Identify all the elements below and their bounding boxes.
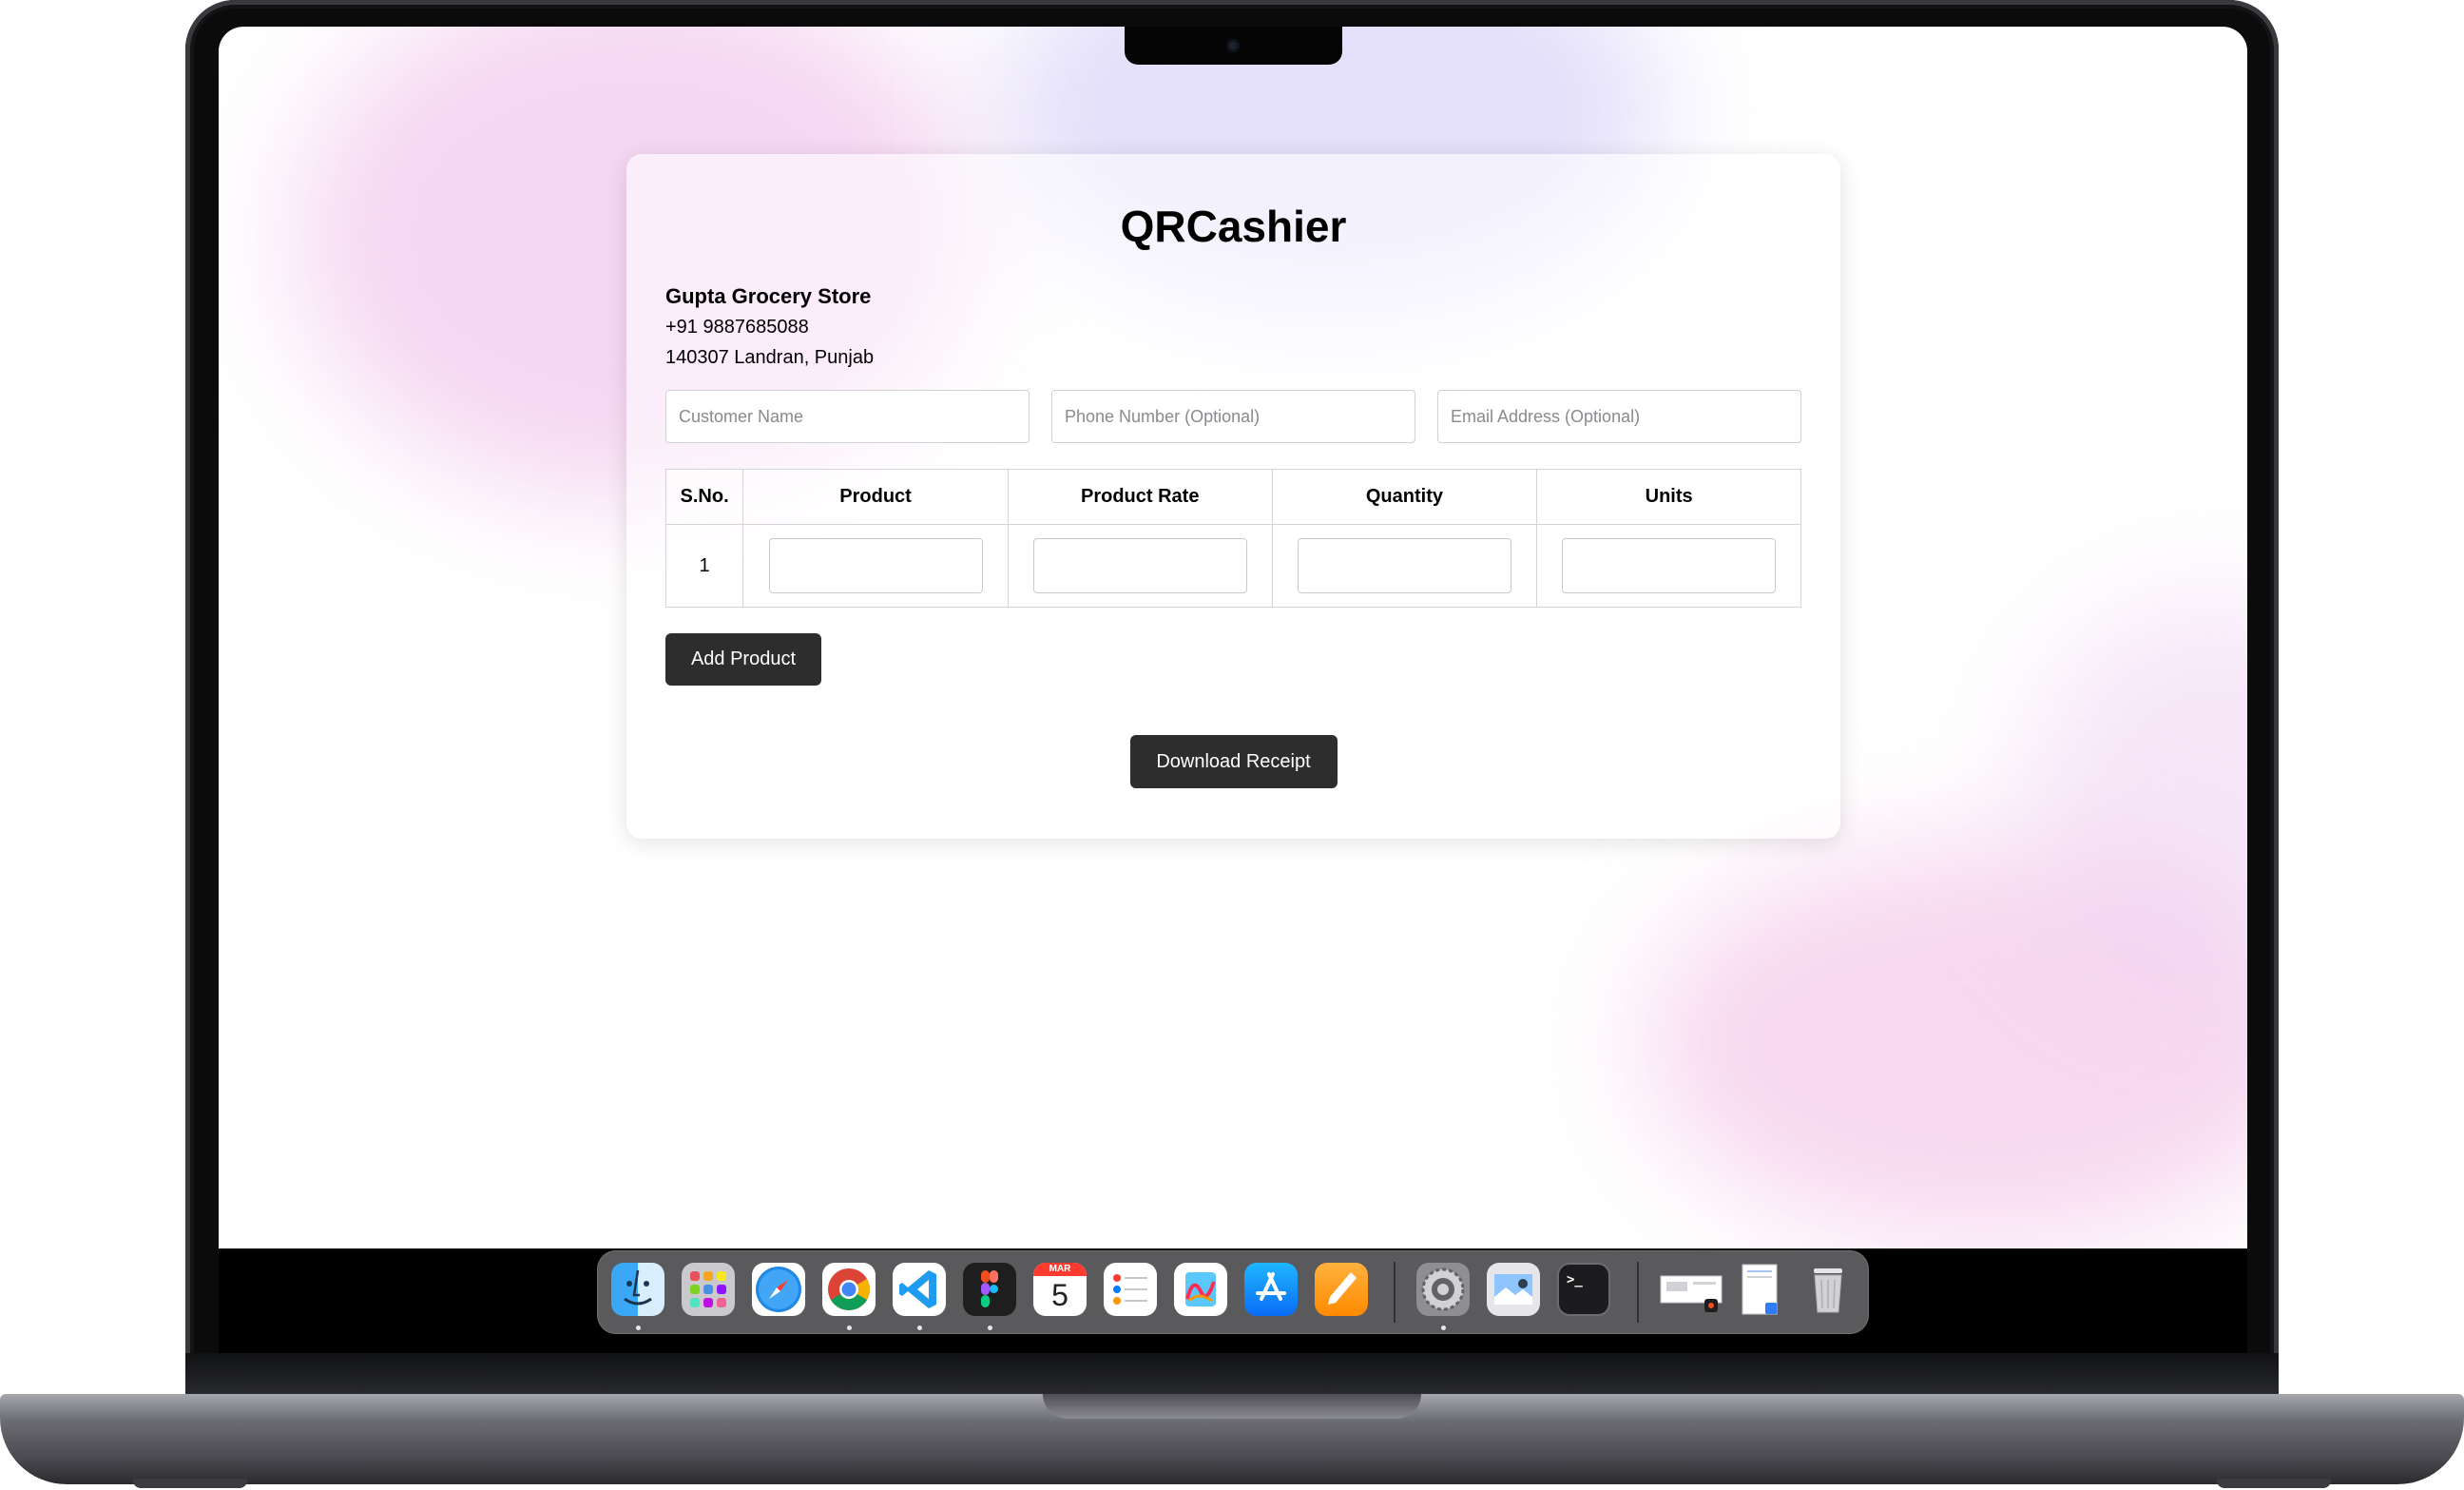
- receipt-card: QRCashier Gupta Grocery Store +91 988768…: [626, 154, 1840, 839]
- freeform-icon[interactable]: [1174, 1263, 1227, 1316]
- header-quantity: Quantity: [1271, 469, 1538, 525]
- store-address: 140307 Landran, Punjab: [665, 347, 875, 368]
- finder-icon[interactable]: [611, 1263, 664, 1316]
- product-rate-input[interactable]: [1032, 538, 1247, 593]
- laptop-foot: [2217, 1479, 2331, 1488]
- trash-icon[interactable]: [1801, 1263, 1855, 1316]
- dock: MAR 5 >_: [597, 1250, 1869, 1334]
- system-settings-icon[interactable]: [1416, 1263, 1470, 1316]
- app-store-icon[interactable]: [1244, 1263, 1298, 1316]
- product-input[interactable]: [768, 538, 983, 593]
- download-area: Download Receipt: [665, 735, 1801, 788]
- running-indicator: [636, 1326, 641, 1330]
- row-sno: 1: [664, 524, 744, 608]
- background-gradient: [1645, 844, 2247, 1244]
- units-input[interactable]: [1562, 538, 1777, 593]
- table-row: 1: [664, 524, 1801, 608]
- running-indicator: [1441, 1326, 1446, 1330]
- store-name: Gupta Grocery Store: [665, 284, 872, 308]
- laptop-hinge: [185, 1353, 2279, 1398]
- camera-notch: [1125, 27, 1342, 65]
- background-gradient: [2025, 597, 2247, 977]
- safari-icon[interactable]: [752, 1263, 805, 1316]
- email-address-input[interactable]: [1437, 390, 1801, 443]
- download-receipt-button[interactable]: Download Receipt: [1129, 735, 1338, 788]
- customer-name-input[interactable]: [665, 390, 1030, 443]
- trackpad-notch: [1043, 1394, 1421, 1419]
- camera-icon: [1226, 39, 1240, 52]
- preview-icon[interactable]: [1487, 1263, 1540, 1316]
- table-header-row: S.No. Product Product Rate Quantity Unit…: [664, 469, 1801, 525]
- laptop-base: [0, 1394, 2464, 1484]
- customer-fields: [665, 390, 1801, 443]
- launchpad-icon[interactable]: [682, 1263, 735, 1316]
- dock-separator: [1394, 1262, 1396, 1323]
- header-units: Units: [1536, 469, 1801, 525]
- store-info: Gupta Grocery Store +91 9887685088 14030…: [665, 281, 1801, 373]
- rate-cell: [1007, 524, 1273, 608]
- header-product: Product: [742, 469, 1009, 525]
- quantity-input[interactable]: [1297, 538, 1511, 593]
- laptop-foot: [133, 1479, 247, 1488]
- running-indicator: [917, 1326, 922, 1330]
- calendar-month: MAR: [1033, 1263, 1087, 1276]
- header-product-rate: Product Rate: [1007, 469, 1273, 525]
- app-title: QRCashier: [1120, 202, 1347, 251]
- product-cell: [742, 524, 1009, 608]
- reminders-icon[interactable]: [1104, 1263, 1157, 1316]
- header-sno: S.No.: [664, 469, 744, 525]
- vscode-icon[interactable]: [893, 1263, 946, 1316]
- screen: QRCashier Gupta Grocery Store +91 988768…: [219, 27, 2247, 1248]
- units-cell: [1536, 524, 1801, 608]
- chrome-icon[interactable]: [822, 1263, 876, 1316]
- running-indicator: [847, 1326, 852, 1330]
- add-product-button[interactable]: Add Product: [665, 633, 821, 686]
- stack-icon[interactable]: [1659, 1263, 1725, 1316]
- dock-separator: [1637, 1262, 1639, 1323]
- pages-icon[interactable]: [1315, 1263, 1368, 1316]
- store-phone: +91 9887685088: [665, 317, 809, 338]
- quantity-cell: [1271, 524, 1538, 608]
- calendar-icon[interactable]: MAR 5: [1033, 1263, 1087, 1316]
- product-table: S.No. Product Product Rate Quantity Unit…: [664, 469, 1801, 608]
- terminal-prompt: >_: [1567, 1272, 1583, 1287]
- terminal-icon[interactable]: >_: [1557, 1263, 1610, 1316]
- document-icon[interactable]: [1733, 1263, 1786, 1316]
- running-indicator: [988, 1326, 992, 1330]
- calendar-day: 5: [1051, 1278, 1068, 1312]
- phone-number-input[interactable]: [1051, 390, 1415, 443]
- figma-icon[interactable]: [963, 1263, 1016, 1316]
